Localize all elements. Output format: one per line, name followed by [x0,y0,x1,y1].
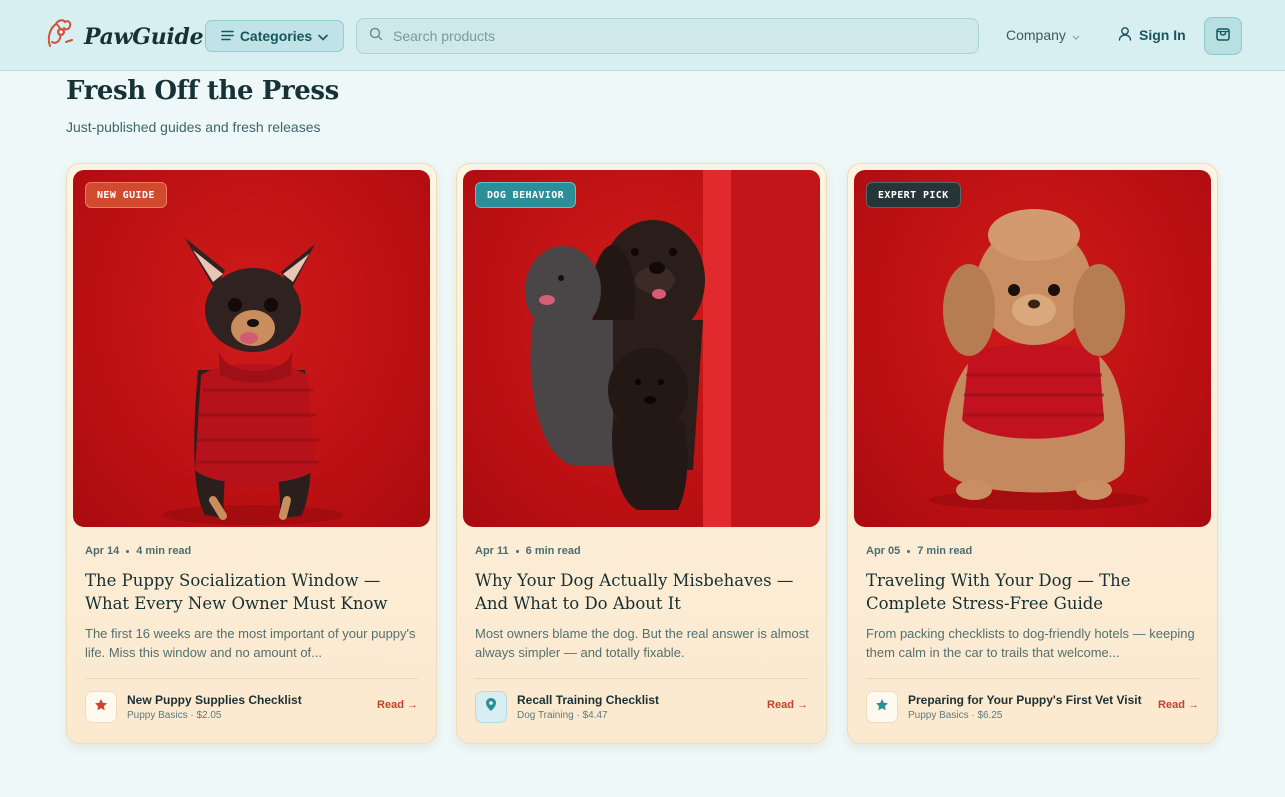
article-title[interactable]: Why Your Dog Actually Misbehaves — And W… [475,569,815,615]
separator-dot [907,549,911,553]
chevron-down-icon [1072,27,1080,43]
categories-label: Categories [239,28,313,44]
article-badge: DOG BEHAVIOR [475,182,577,208]
article-read-time: 7 min read [917,545,973,557]
article-meta: Apr 14 4 min read [85,545,191,557]
product-meta: Puppy Basics · $2.05 [127,710,222,721]
article-date: Apr 05 [866,545,901,557]
user-icon [1118,26,1132,44]
article-meta: Apr 05 7 min read [866,545,972,557]
star-icon [94,698,108,717]
product-thumbnail [866,691,898,723]
article-title[interactable]: The Puppy Socialization Window — What Ev… [85,569,425,615]
chevron-down-icon [318,28,328,44]
article-image[interactable]: EXPERT PICK [854,170,1211,527]
article-read-time: 4 min read [136,545,192,557]
star-icon [875,698,889,717]
search-icon [369,27,383,46]
top-nav-bar: PawGuide Categories Company Sign In [0,0,1285,71]
card-divider [85,678,418,679]
product-name[interactable]: New Puppy Supplies Checklist [127,693,302,707]
article-description: The first 16 weeks are the most importan… [85,626,416,660]
sign-in-link[interactable]: Sign In [1118,26,1186,44]
product-meta: Dog Training · $4.47 [517,710,608,721]
product-name[interactable]: Recall Training Checklist [517,693,659,707]
map-pin-icon [485,697,497,717]
shopping-bag-icon [1215,26,1231,47]
dog-logo-icon [44,16,76,57]
product-thumbnail [85,691,117,723]
read-link[interactable]: Read → [767,699,808,711]
company-label: Company [1006,27,1066,43]
article-card[interactable]: EXPERT PICK Apr 05 7 min read Traveling … [847,163,1218,744]
card-divider [475,678,808,679]
separator-dot [126,549,130,553]
three-doodles-photo [525,170,820,527]
categories-button[interactable]: Categories [205,20,344,52]
article-description: Most owners blame the dog. But the real … [475,626,809,660]
article-card[interactable]: NEW GUIDE Apr 14 4 min read The Puppy So… [66,163,437,744]
card-divider [866,678,1199,679]
article-date: Apr 14 [85,545,120,557]
search-input[interactable] [393,28,953,44]
read-link[interactable]: Read → [1158,699,1199,711]
separator-dot [515,549,519,553]
section-title: Fresh Off the Press [66,76,339,106]
chihuahua-in-red-sweater-photo [163,238,343,525]
product-thumbnail [475,691,507,723]
company-menu[interactable]: Company [1006,27,1080,43]
article-badge: EXPERT PICK [866,182,961,208]
article-description: From packing checklists to dog-friendly … [866,626,1195,660]
read-link[interactable]: Read → [377,699,418,711]
menu-icon [221,28,234,44]
article-date: Apr 11 [475,545,509,557]
product-meta: Puppy Basics · $6.25 [908,710,1003,721]
sign-in-label: Sign In [1139,27,1186,43]
article-badge: NEW GUIDE [85,182,167,208]
article-image[interactable]: DOG BEHAVIOR [463,170,820,527]
poodle-in-red-sweater-photo [929,209,1149,510]
section-subtitle: Just-published guides and fresh releases [66,119,321,135]
article-meta: Apr 11 6 min read [475,545,581,557]
article-title[interactable]: Traveling With Your Dog — The Complete S… [866,569,1206,615]
brand-name: PawGuide [84,23,204,50]
article-card[interactable]: DOG BEHAVIOR Apr 11 6 min read Why Your … [456,163,827,744]
cart-button[interactable] [1204,17,1242,55]
article-image[interactable]: NEW GUIDE [73,170,430,527]
brand-logo[interactable]: PawGuide [44,16,204,57]
product-name[interactable]: Preparing for Your Puppy's First Vet Vis… [908,693,1142,707]
article-read-time: 6 min read [525,545,581,557]
search-bar[interactable] [356,18,979,54]
